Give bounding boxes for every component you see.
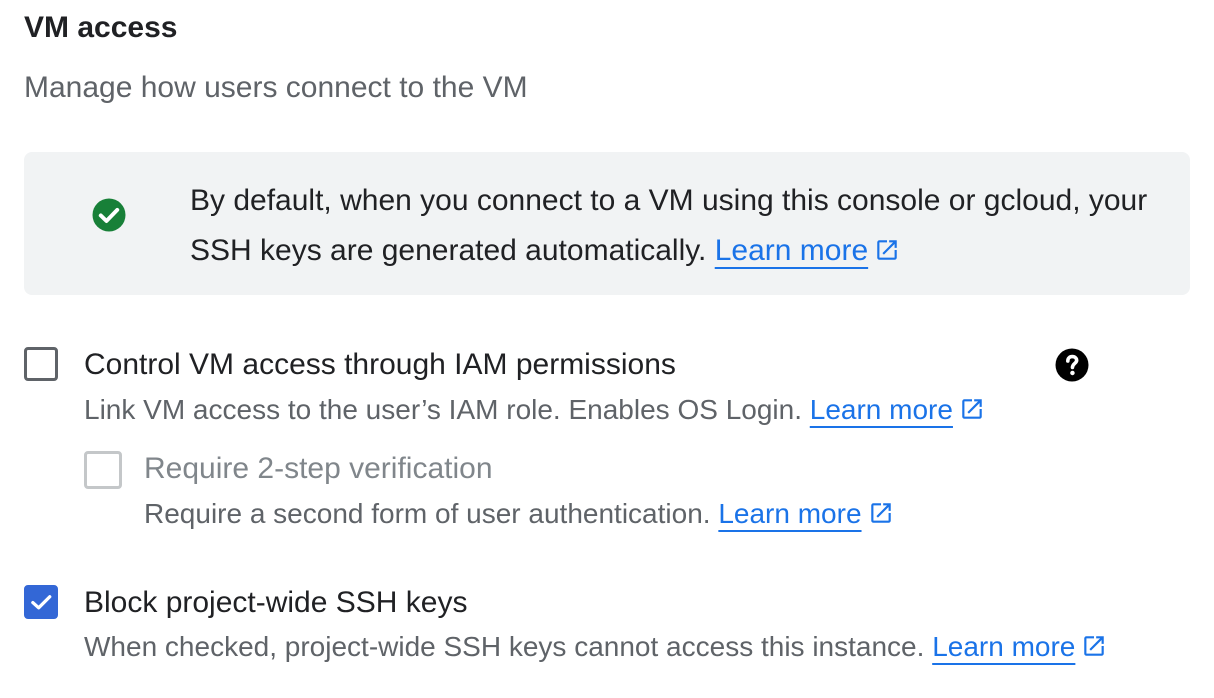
block-ssh-learn-more-link[interactable]: Learn more — [932, 631, 1107, 662]
external-link-icon — [870, 503, 891, 523]
block-ssh-keys-checkbox[interactable] — [24, 585, 58, 619]
iam-access-description: Link VM access to the user’s IAM role. E… — [84, 390, 985, 430]
checkmark-icon — [31, 595, 52, 610]
info-banner-message: By default, when you connect to a VM usi… — [190, 184, 1148, 267]
check-circle-icon — [92, 198, 126, 232]
external-link-icon — [877, 240, 897, 260]
section-subtitle: Manage how users connect to the VM — [24, 71, 528, 104]
block-ssh-keys-description: When checked, project-wide SSH keys cann… — [84, 627, 1107, 667]
two-step-verification-description: Require a second form of user authentica… — [144, 494, 894, 534]
block-ssh-keys-label: Block project-wide SSH keys — [84, 586, 468, 619]
external-link-icon — [962, 399, 982, 419]
two-step-verification-label: Require 2-step verification — [144, 452, 493, 485]
external-link-icon — [1084, 636, 1105, 656]
two-step-verification-checkbox[interactable] — [84, 451, 122, 489]
iam-access-checkbox[interactable] — [24, 347, 58, 381]
info-learn-more-link[interactable]: Learn more — [715, 234, 900, 267]
iam-access-label: Control VM access through IAM permission… — [84, 348, 676, 381]
info-banner-text: By default, when you connect to a VM usi… — [190, 176, 1180, 276]
help-icon[interactable] — [1054, 347, 1090, 383]
iam-learn-more-link[interactable]: Learn more — [810, 394, 985, 425]
section-title: VM access — [24, 11, 178, 44]
two-step-learn-more-link[interactable]: Learn more — [718, 498, 893, 529]
